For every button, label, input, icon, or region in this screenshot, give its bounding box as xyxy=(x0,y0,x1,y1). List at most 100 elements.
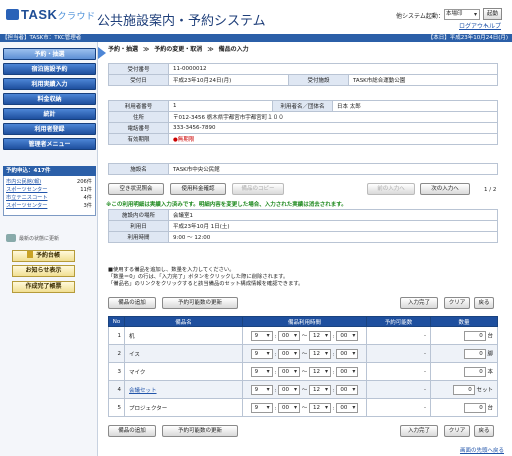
end-hour-select[interactable]: 12 xyxy=(309,348,331,359)
end-minute-select[interactable]: 00 xyxy=(336,366,359,377)
available-count: - xyxy=(366,326,431,345)
nav-fee-collection[interactable]: 料金収納 xyxy=(3,93,96,105)
time-tilde: ～ xyxy=(301,387,308,393)
stats-item[interactable]: 市内公民館(報) 206件 xyxy=(6,179,92,186)
start-hour-select[interactable]: 9 xyxy=(250,330,273,341)
nav-lodging[interactable]: 宿泊施設予約 xyxy=(3,63,96,75)
nav-reservation[interactable]: 予約・抽選 xyxy=(3,48,96,60)
back-button-bottom[interactable]: 戻る xyxy=(474,425,494,437)
user-id-value: 1 xyxy=(168,100,273,112)
start-minute-select[interactable]: 00 xyxy=(277,348,300,359)
equipment-name: イス xyxy=(129,351,140,358)
back-to-top-link[interactable]: 画面の先頭へ戻る xyxy=(460,446,504,454)
quantity-input[interactable]: 0 xyxy=(452,384,475,395)
table-row: 5プロジェクター9 : 00 ～ 12 : 00-0 台 xyxy=(108,398,498,417)
usage-date-value: 平成23年10月 1日(土) xyxy=(168,220,498,232)
update-availability-button-bottom[interactable]: 予約可能数の更新 xyxy=(162,425,238,437)
end-minute-select[interactable]: 00 xyxy=(336,384,359,395)
place-label: 施設内の場所 xyxy=(108,209,169,221)
available-count: - xyxy=(366,380,431,399)
equipment-name-link[interactable]: 会議セット xyxy=(129,388,157,394)
equipment-name: マイク xyxy=(129,369,146,376)
startup-button[interactable]: 起動 xyxy=(483,8,502,20)
availability-button[interactable]: 空き状況照会 xyxy=(108,183,164,195)
quantity-input[interactable]: 0 xyxy=(463,402,486,413)
quantity-unit: セット xyxy=(476,387,493,393)
instruction-line: 「備品名」のリンクをクリックすると該当備品のセット構成情報を確認できます。 xyxy=(108,281,304,287)
nav-user-registration[interactable]: 利用者登録 xyxy=(3,123,96,135)
add-equipment-button-bottom[interactable]: 備品の追加 xyxy=(108,425,156,437)
back-button[interactable]: 戻る xyxy=(474,297,494,309)
add-equipment-button[interactable]: 備品の追加 xyxy=(108,297,156,309)
stats-item[interactable]: スポーツセンター 11件 xyxy=(6,187,92,194)
clear-button[interactable]: クリア xyxy=(444,297,470,309)
start-hour-select[interactable]: 9 xyxy=(250,348,273,359)
col-quantity: 数量 xyxy=(430,316,498,327)
refresh-status-button[interactable]: 最新の状態に更新 xyxy=(6,234,96,242)
phone-label: 電話番号 xyxy=(108,122,169,134)
start-hour-select[interactable]: 9 xyxy=(250,402,273,413)
input-complete-button-bottom[interactable]: 入力完了 xyxy=(400,425,438,437)
quantity-input[interactable]: 0 xyxy=(463,330,486,341)
prev-input-button[interactable]: 前の入力へ xyxy=(367,183,415,195)
end-hour-select[interactable]: 12 xyxy=(309,366,331,377)
start-hour-select[interactable]: 9 xyxy=(250,384,273,395)
clear-button-bottom[interactable]: クリア xyxy=(444,425,470,437)
instructions: ■使用する備品を追加し、数量を入力してください。 「数量＝0」の行は、「入力完了… xyxy=(108,267,303,288)
quantity-input[interactable]: 0 xyxy=(463,348,486,359)
time-tilde: ～ xyxy=(301,351,308,357)
reservation-ledger-button[interactable]: 予約台帳 xyxy=(12,250,75,262)
stats-item[interactable]: 市立テニスコート 4件 xyxy=(6,195,92,202)
breadcrumb: 予約・抽選 ≫ 予約の変更・取消 ≫ 備品の入力 xyxy=(108,44,249,53)
breadcrumb-item: 予約の変更・取消 xyxy=(154,46,203,53)
table-row: 3マイク9 : 00 ～ 12 : 00-0 本 xyxy=(108,362,498,381)
validity-value: ●無期限 xyxy=(168,133,498,145)
facility-label: 施設名 xyxy=(108,163,169,175)
end-hour-select[interactable]: 12 xyxy=(309,330,331,341)
available-count: - xyxy=(366,398,431,417)
stats-item[interactable]: スポーツセンター 3件 xyxy=(6,203,92,210)
row-no: 4 xyxy=(108,380,125,399)
start-hour-select[interactable]: 9 xyxy=(250,366,273,377)
fee-check-button[interactable]: 使用料金確認 xyxy=(170,183,226,195)
start-minute-select[interactable]: 00 xyxy=(277,384,300,395)
col-no: No xyxy=(108,316,125,327)
page-indicator: 1 / 2 xyxy=(484,187,497,193)
end-hour-select[interactable]: 12 xyxy=(309,384,331,395)
available-count: - xyxy=(366,344,431,363)
validity-label: 有効期限 xyxy=(108,133,169,145)
completed-forms-button[interactable]: 作成完了帳票 xyxy=(12,281,75,293)
breadcrumb-item: 備品の入力 xyxy=(218,46,249,53)
reservation-info-table: 受付番号 11-0000012 受付日 平成23年10月24日(月) 受付施設 … xyxy=(108,63,498,86)
end-minute-select[interactable]: 00 xyxy=(336,348,359,359)
facility-table: 施設名 TASK市中央公民館 xyxy=(108,163,498,175)
nav-usage-record[interactable]: 利用実績入力 xyxy=(3,78,96,90)
copy-equipment-button[interactable]: 備品のコピー xyxy=(232,183,284,195)
table-row: 4会議セット9 : 00 ～ 12 : 00-0 セット xyxy=(108,380,498,399)
notice-button[interactable]: お知らせ表示 xyxy=(12,265,75,277)
end-minute-select[interactable]: 00 xyxy=(336,330,359,341)
logo-mark-icon xyxy=(6,9,19,20)
input-complete-button[interactable]: 入力完了 xyxy=(400,297,438,309)
next-input-button[interactable]: 次の入力へ xyxy=(420,183,470,195)
breadcrumb-item: 予約・抽選 xyxy=(108,46,139,53)
available-count: - xyxy=(366,362,431,381)
address-label: 住所 xyxy=(108,111,169,123)
app-title: 公共施設案内・予約システム xyxy=(97,14,266,29)
time-tilde: ～ xyxy=(301,369,308,375)
end-hour-select[interactable]: 12 xyxy=(309,402,331,413)
reservation-date-label: 受付日 xyxy=(108,74,169,86)
operator-info: 【担当者】TASK市：TKC管理者 xyxy=(2,35,82,41)
start-minute-select[interactable]: 00 xyxy=(277,330,300,341)
startup-select[interactable]: 本場印 xyxy=(444,9,480,20)
nav-statistics[interactable]: 統計 xyxy=(3,108,96,120)
nav-admin-menu[interactable]: 管理者メニュー xyxy=(3,138,96,150)
help-link[interactable]: ヘルプ xyxy=(483,21,501,30)
start-minute-select[interactable]: 00 xyxy=(277,402,300,413)
quantity-input[interactable]: 0 xyxy=(463,366,486,377)
user-id-label: 利用者番号 xyxy=(108,100,169,112)
update-availability-button[interactable]: 予約可能数の更新 xyxy=(162,297,238,309)
usage-table: 施設内の場所 会議室1 利用日 平成23年10月 1日(土) 利用時間 9:00… xyxy=(108,209,498,243)
end-minute-select[interactable]: 00 xyxy=(336,402,359,413)
start-minute-select[interactable]: 00 xyxy=(277,366,300,377)
